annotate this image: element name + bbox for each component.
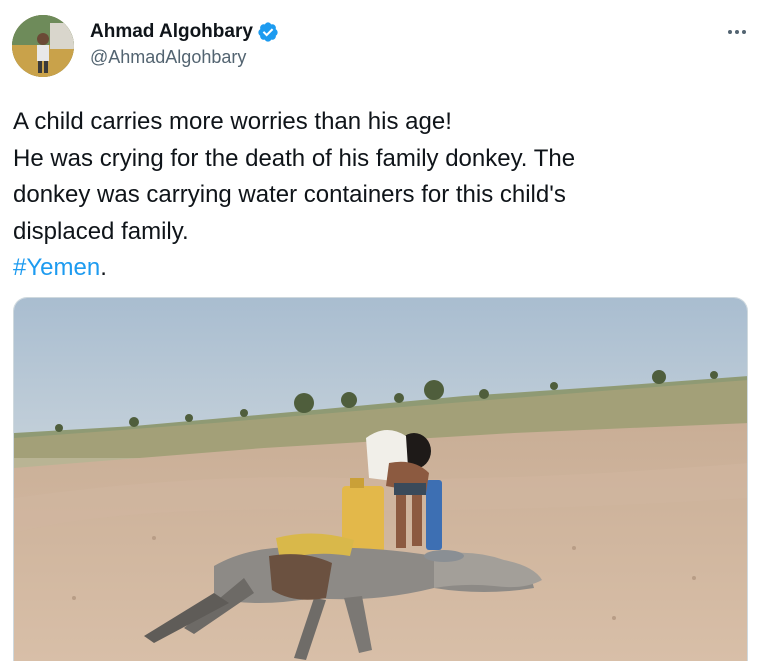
author-display-name[interactable]: Ahmad Algohbary	[90, 21, 253, 43]
more-options-icon[interactable]	[722, 22, 752, 42]
tweet-text-line: donkey was carrying water containers for…	[13, 181, 566, 208]
hashtag-link[interactable]: #Yemen	[13, 254, 100, 281]
verified-badge-icon	[258, 22, 278, 42]
tweet: Ahmad Algohbary @AhmadAlgohbary A child …	[0, 0, 768, 661]
tweet-text-line: He was crying for the death of his famil…	[13, 144, 576, 172]
author-handle[interactable]: @AhmadAlgohbary	[90, 47, 279, 68]
tweet-text-line: A child carries more worries than his ag…	[13, 108, 452, 135]
hashtag-suffix: .	[100, 254, 107, 281]
author-avatar[interactable]	[12, 15, 74, 77]
author-block: Ahmad Algohbary @AhmadAlgohbary	[90, 20, 279, 68]
tweet-text-line: displaced family.	[13, 217, 189, 245]
tweet-hashtag-line: #Yemen.	[13, 250, 753, 287]
tweet-text: A child carries more worries than his ag…	[13, 104, 753, 287]
tweet-photo[interactable]	[13, 297, 748, 661]
